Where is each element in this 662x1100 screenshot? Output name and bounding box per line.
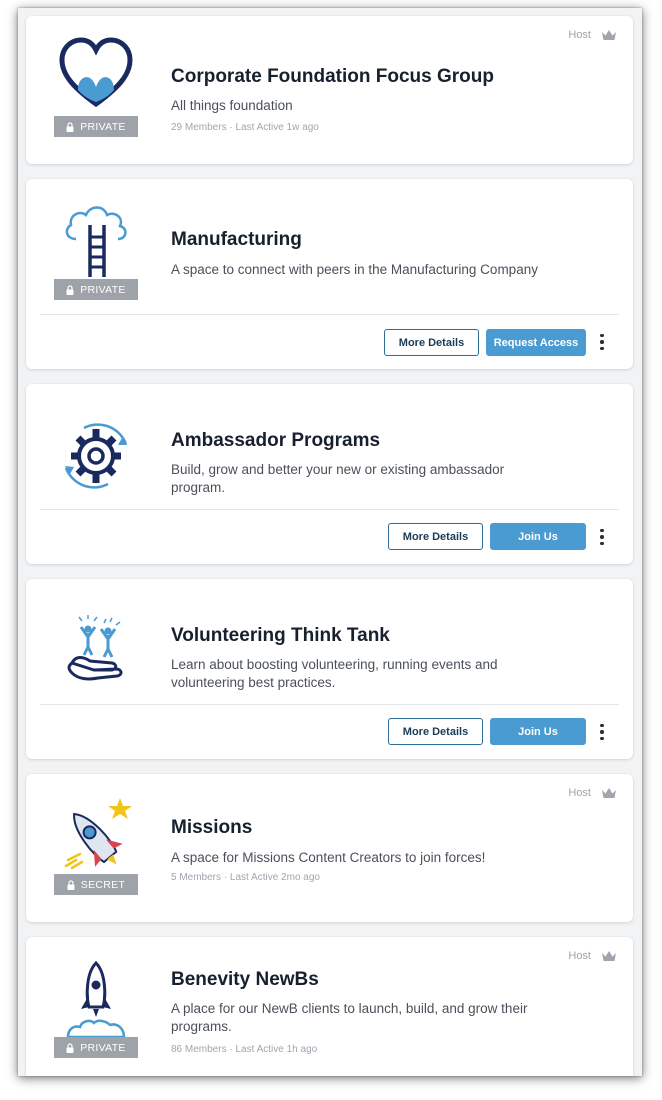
group-card: PRIVATE Manufacturing A space to connect…: [26, 179, 633, 369]
more-options-icon[interactable]: [595, 330, 609, 354]
group-title[interactable]: Ambassador Programs: [171, 430, 380, 452]
meta-separator: ·: [229, 1044, 233, 1055]
group-title[interactable]: Volunteering Think Tank: [171, 625, 390, 647]
host-indicator: Host: [568, 950, 617, 962]
lock-icon: [66, 284, 74, 295]
privacy-badge: PRIVATE: [54, 1037, 138, 1058]
group-meta: 5 Members · Last Active 2mo ago: [171, 872, 320, 883]
group-description: A place for our NewB clients to launch, …: [171, 1001, 528, 1034]
rocket-star-icon: [54, 788, 138, 872]
member-count: 86 Members: [171, 1044, 227, 1055]
privacy-badge: PRIVATE: [54, 116, 138, 137]
host-label: Host: [568, 787, 591, 799]
group-card: Host PRIVATE Benevity NewBs A place for …: [26, 937, 633, 1076]
group-meta: 86 Members · Last Active 1h ago: [171, 1044, 317, 1055]
lock-icon: [66, 121, 74, 132]
rocket-launch-icon: [54, 953, 138, 1037]
privacy-label: SECRET: [80, 878, 126, 891]
more-details-button[interactable]: More Details: [388, 523, 483, 550]
privacy-badge: SECRET: [54, 874, 138, 895]
privacy-label: PRIVATE: [80, 1041, 126, 1054]
group-title[interactable]: Corporate Foundation Focus Group: [171, 66, 494, 88]
group-title[interactable]: Benevity NewBs: [171, 969, 319, 991]
group-card: Ambassador Programs Build, grow and bett…: [26, 384, 633, 564]
join-us-button[interactable]: Join Us: [490, 523, 586, 550]
card-divider: [40, 509, 619, 510]
crown-icon: [602, 951, 616, 961]
more-details-button[interactable]: More Details: [384, 329, 479, 356]
member-count: 5 Members: [171, 872, 222, 883]
host-label: Host: [568, 950, 591, 962]
lock-icon: [66, 1042, 74, 1053]
last-active: Last Active 1h ago: [235, 1044, 318, 1055]
more-options-icon[interactable]: [595, 720, 609, 744]
last-active: Last Active 2mo ago: [229, 872, 320, 883]
host-label: Host: [568, 29, 591, 41]
join-us-button[interactable]: Join Us: [490, 718, 586, 745]
group-title[interactable]: Missions: [171, 817, 252, 839]
group-card: Host SECRET Missions A space for Mission…: [26, 774, 633, 922]
more-options-icon[interactable]: [595, 525, 609, 549]
lock-icon: [67, 879, 75, 890]
group-card: Host PRIVATE Corporate Foundation Focus …: [26, 16, 633, 164]
group-description: A space for Missions Content Creators to…: [171, 850, 486, 865]
meta-separator: ·: [223, 872, 228, 883]
group-description: Learn about boosting volunteering, runni…: [171, 657, 498, 690]
group-title[interactable]: Manufacturing: [171, 229, 302, 251]
group-meta: 29 Members · Last Active 1w ago: [171, 122, 319, 133]
group-description: Build, grow and better your new or exist…: [171, 462, 505, 495]
group-card: Volunteering Think Tank Learn about boos…: [26, 579, 633, 759]
cloud-ladder-icon: [54, 195, 138, 279]
privacy-badge: PRIVATE: [54, 279, 138, 300]
member-count: 29 Members: [171, 122, 227, 133]
group-list-window: Host PRIVATE Corporate Foundation Focus …: [18, 8, 642, 1076]
card-divider: [40, 314, 619, 315]
hand-people-icon: [54, 607, 138, 691]
privacy-label: PRIVATE: [80, 120, 126, 133]
gear-cycle-icon: [54, 412, 138, 496]
heart-hands-icon: [54, 30, 138, 114]
meta-separator: ·: [229, 122, 233, 133]
crown-icon: [602, 788, 616, 798]
last-active: Last Active 1w ago: [235, 122, 319, 133]
request-access-button[interactable]: Request Access: [486, 329, 586, 356]
host-indicator: Host: [568, 787, 617, 799]
card-divider: [40, 704, 619, 705]
group-description: All things foundation: [171, 98, 293, 113]
more-details-button[interactable]: More Details: [388, 718, 483, 745]
privacy-label: PRIVATE: [80, 283, 126, 296]
host-indicator: Host: [568, 29, 617, 41]
crown-icon: [602, 30, 616, 40]
group-description: A space to connect with peers in the Man…: [171, 262, 538, 277]
